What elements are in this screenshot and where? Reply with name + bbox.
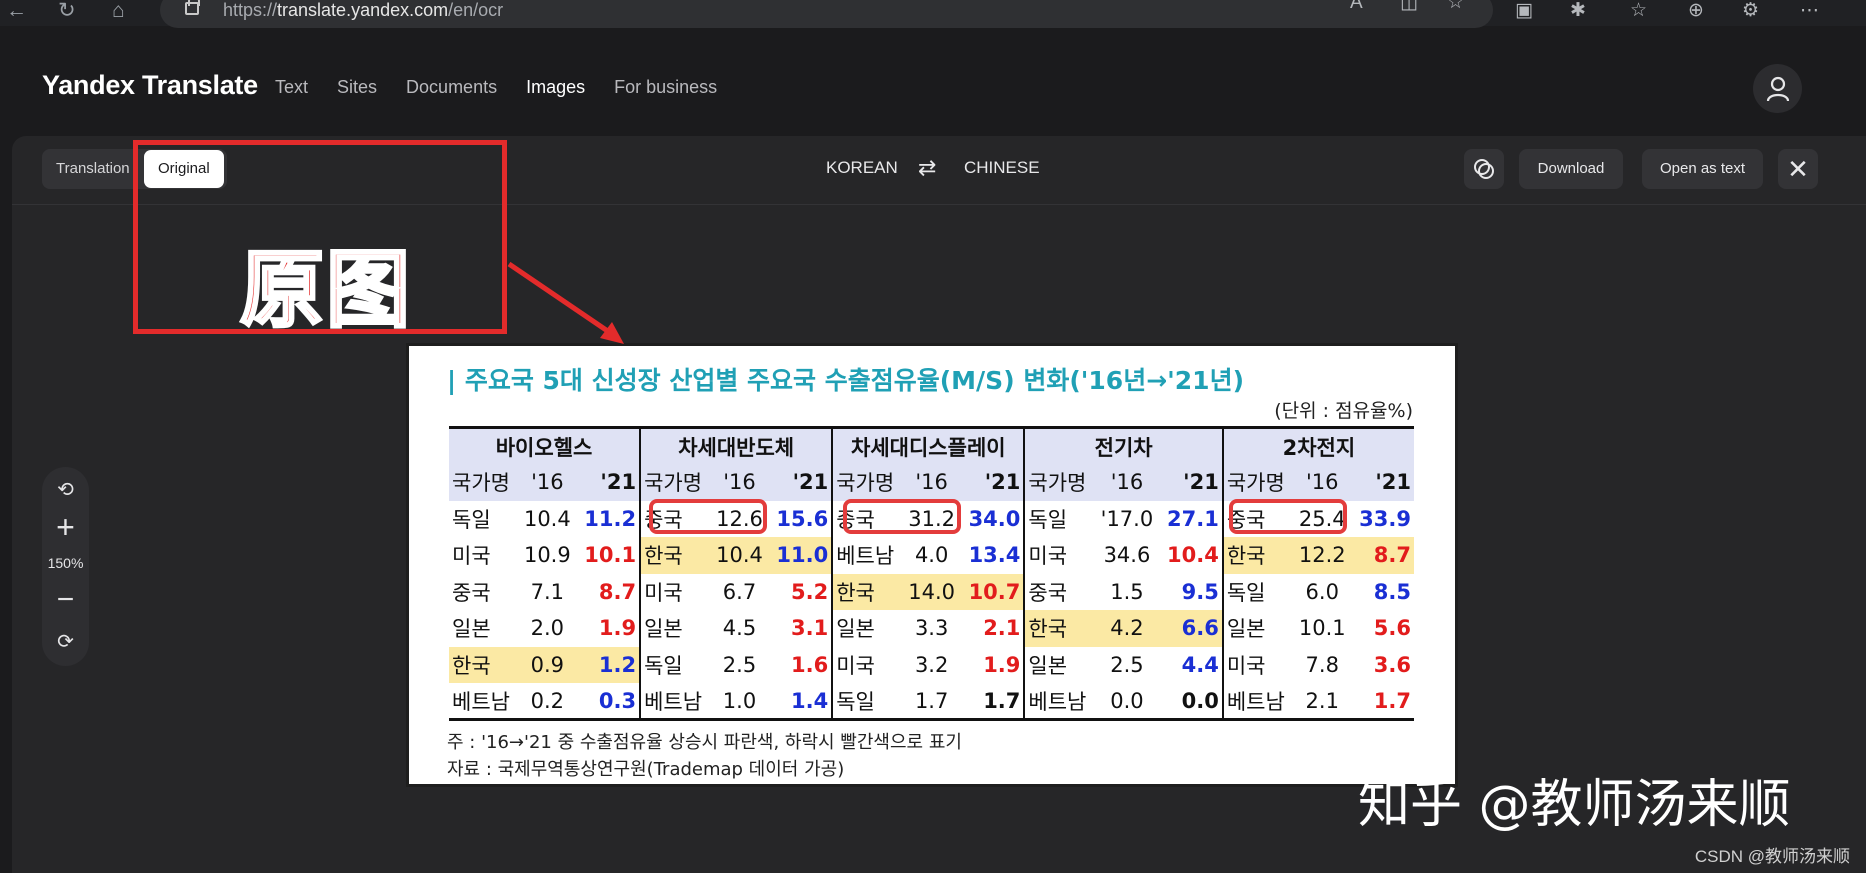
watermark: 知乎 @教师汤来顺 [1358,775,1791,835]
credit-text: CSDN @教师汤来顺 [1694,847,1850,866]
annotation-arrow [507,261,624,344]
